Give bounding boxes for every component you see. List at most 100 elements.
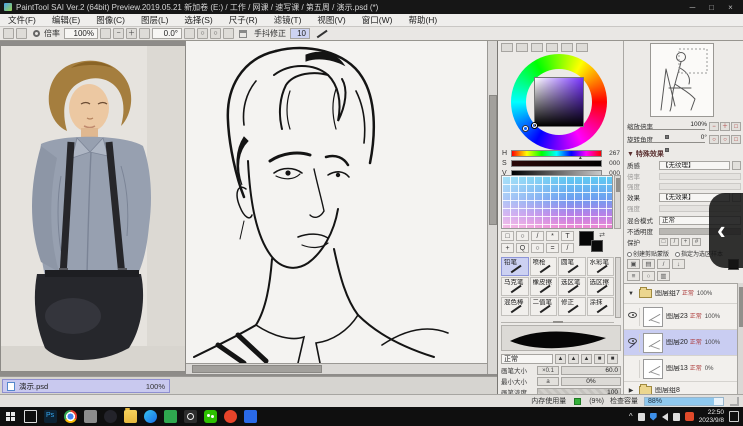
layer-row-group7[interactable]: ▼ 图层组7 正常100%	[624, 284, 737, 304]
navigator-zoom-slider[interactable]	[629, 129, 705, 130]
selection-pen-icon[interactable]: /	[531, 231, 544, 241]
brush-item[interactable]: 喷枪	[530, 257, 558, 276]
brush-item[interactable]: 水彩笔	[587, 257, 615, 276]
notification-center-icon[interactable]	[729, 411, 739, 422]
lock-position-icon[interactable]: +	[681, 238, 690, 246]
rotate-ccw-button[interactable]: ○	[197, 28, 208, 39]
lock-opacity-icon[interactable]: □	[659, 238, 668, 246]
swatches-tab-icon[interactable]	[561, 43, 573, 52]
brush-item[interactable]: 选区擦	[587, 277, 615, 296]
brush-item[interactable]: 马克笔	[501, 277, 529, 296]
brush-item[interactable]: 选区笔	[558, 277, 586, 296]
texture-select[interactable]: 【无纹理】	[659, 161, 730, 170]
layer-row-group8[interactable]: ▶ 图层组8	[624, 382, 737, 394]
wechat-icon[interactable]	[204, 410, 217, 423]
resize-grip[interactable]	[730, 397, 739, 406]
move-tool-icon[interactable]: +	[501, 243, 514, 253]
menu-item[interactable]: 编辑(E)	[44, 14, 88, 27]
undo-button[interactable]	[3, 28, 14, 39]
saturation-slider[interactable]	[511, 160, 602, 167]
layer-row-20[interactable]: 图层20 正常100%	[624, 330, 737, 356]
brush-grid-scrollbar[interactable]	[615, 257, 621, 318]
brush-item[interactable]: 修正	[558, 297, 586, 316]
scratchpad-tab-icon[interactable]	[576, 43, 588, 52]
color-swatches-grid[interactable]	[501, 175, 613, 229]
horizontal-scroll-thumb[interactable]	[192, 365, 322, 373]
canvas-horizontal-scrollbar[interactable]	[186, 363, 487, 374]
nav-zoom-reset-button[interactable]: □	[731, 122, 741, 131]
menu-item[interactable]: 帮助(H)	[400, 14, 445, 27]
hue-slider[interactable]: ▲	[511, 150, 602, 157]
photoshop-icon[interactable]	[44, 410, 57, 423]
app-gray-icon[interactable]	[84, 410, 97, 423]
microphone-icon[interactable]	[638, 413, 645, 421]
visibility-toggle[interactable]	[626, 334, 640, 352]
angle-value[interactable]: 0.0°	[152, 28, 182, 39]
min-size-mode-button[interactable]: a	[537, 377, 559, 386]
document-tab[interactable]: 演示.psd 100%	[2, 379, 170, 393]
chrome-icon[interactable]	[64, 410, 77, 423]
brush-item[interactable]: 圆笔	[558, 257, 586, 276]
start-icon[interactable]	[4, 410, 17, 423]
menu-item[interactable]: 图层(L)	[133, 14, 176, 27]
delete-layer-button[interactable]: ▥	[657, 271, 670, 281]
stabilizer-value[interactable]: 10	[290, 28, 310, 39]
task-view-icon[interactable]	[24, 410, 37, 423]
zoom-fit-button[interactable]	[100, 28, 111, 39]
lock-pixels-icon[interactable]: /	[670, 238, 679, 246]
brush-shape-soft-icon[interactable]: ▲	[555, 354, 566, 364]
color-wheel-tab-icon[interactable]	[501, 43, 513, 52]
menu-item[interactable]: 尺子(R)	[221, 14, 266, 27]
chevron-up-icon[interactable]: ^	[629, 412, 633, 421]
size-unit-select[interactable]: ×0.1	[537, 366, 559, 375]
brush-size-slider[interactable]: 60.0	[561, 366, 621, 375]
zoom-value[interactable]: 100%	[64, 28, 98, 39]
app-red-icon[interactable]	[224, 410, 237, 423]
search-dark-icon[interactable]	[184, 410, 197, 423]
collapse-expand-icon[interactable]: ▶	[626, 387, 636, 394]
brush-shape-square-icon[interactable]: ■	[594, 354, 605, 364]
vertical-scroll-thumb[interactable]	[489, 95, 497, 225]
visibility-toggle[interactable]	[626, 360, 640, 378]
brush-item[interactable]: 涂抹	[587, 297, 615, 316]
maximize-button[interactable]: □	[703, 2, 720, 13]
hsv-slider-tab-icon[interactable]	[531, 43, 543, 52]
color-mixer-tab-icon[interactable]	[546, 43, 558, 52]
layer-list-scrollbar[interactable]	[737, 283, 743, 394]
merge-layer-button[interactable]: ≡	[627, 271, 640, 281]
canvas[interactable]	[186, 41, 487, 363]
menu-item[interactable]: 窗口(W)	[354, 14, 401, 27]
rect-select-icon[interactable]: □	[501, 231, 514, 241]
minimize-button[interactable]: ─	[684, 2, 701, 13]
zoom-tool-icon[interactable]: Q	[516, 243, 529, 253]
rgb-slider-tab-icon[interactable]	[516, 43, 528, 52]
texture-scale-slider[interactable]	[659, 173, 741, 180]
swap-colors-icon[interactable]: ⇄	[599, 231, 605, 239]
rotate-reset-button[interactable]	[184, 28, 195, 39]
texture-dropdown-icon[interactable]	[732, 161, 741, 170]
video-rewind-overlay[interactable]: ‹	[709, 193, 743, 268]
app-blue-icon[interactable]	[244, 410, 257, 423]
nav-zoom-out-button[interactable]: −	[709, 122, 719, 131]
min-size-slider[interactable]: 0%	[561, 377, 621, 386]
network-icon[interactable]	[673, 413, 680, 421]
volume-icon[interactable]	[662, 413, 668, 421]
brush-blend-mode-select[interactable]: 正常	[501, 354, 553, 364]
redo-button[interactable]	[16, 28, 27, 39]
brush-shape-medium-icon[interactable]: ▲	[568, 354, 579, 364]
brush-item[interactable]: 二值笔	[530, 297, 558, 316]
zoom-reset-button[interactable]	[139, 28, 150, 39]
brush-item[interactable]: 橡皮擦	[530, 277, 558, 296]
text-tool-icon[interactable]: T	[561, 231, 574, 241]
shield-icon[interactable]	[650, 413, 657, 421]
new-layer-button[interactable]: ▣	[627, 259, 640, 269]
clipping-mask-checkbox[interactable]: 创建剪贴蒙版	[627, 249, 669, 258]
brush-shape-hard-icon[interactable]: ▲	[581, 354, 592, 364]
close-button[interactable]: ×	[722, 2, 739, 13]
rotate-cw-button[interactable]: ○	[210, 28, 221, 39]
lasso-icon[interactable]: ○	[516, 231, 529, 241]
menu-item[interactable]: 图像(C)	[88, 14, 133, 27]
navigator-angle-slider[interactable]	[629, 142, 705, 143]
app-green-icon[interactable]	[164, 410, 177, 423]
menu-item[interactable]: 文件(F)	[0, 14, 44, 27]
